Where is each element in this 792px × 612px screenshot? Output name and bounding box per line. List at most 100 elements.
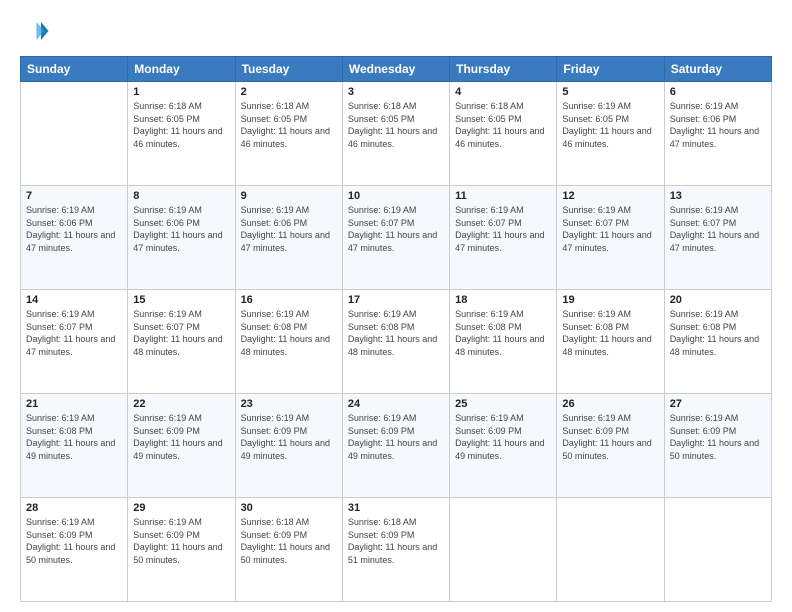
day-info: Sunrise: 6:18 AMSunset: 6:05 PMDaylight:… <box>133 100 229 150</box>
calendar-cell: 20Sunrise: 6:19 AMSunset: 6:08 PMDayligh… <box>664 290 771 394</box>
calendar-cell: 22Sunrise: 6:19 AMSunset: 6:09 PMDayligh… <box>128 394 235 498</box>
day-info: Sunrise: 6:19 AMSunset: 6:09 PMDaylight:… <box>133 412 229 462</box>
day-number: 29 <box>133 502 229 514</box>
calendar-cell: 11Sunrise: 6:19 AMSunset: 6:07 PMDayligh… <box>450 186 557 290</box>
calendar-cell: 21 Sunrise: 6:19 AMSunset: 6:08 PMDayligh… <box>21 394 128 498</box>
day-info: Sunrise: 6:19 AMSunset: 6:08 PMDaylight:… <box>26 412 122 462</box>
calendar-cell <box>664 498 771 602</box>
calendar-cell <box>450 498 557 602</box>
day-number: 19 <box>562 294 658 306</box>
day-number: 8 <box>133 190 229 202</box>
day-number: 18 <box>455 294 551 306</box>
day-info: Sunrise: 6:19 AMSunset: 6:06 PMDaylight:… <box>133 204 229 254</box>
calendar-cell: 8 Sunrise: 6:19 AMSunset: 6:06 PMDaylight… <box>128 186 235 290</box>
calendar-cell: 13 Sunrise: 6:19 AMSunset: 6:07 PMDayligh… <box>664 186 771 290</box>
calendar-cell: 4Sunrise: 6:18 AMSunset: 6:05 PMDaylight… <box>450 82 557 186</box>
day-info: Sunrise: 6:18 AMSunset: 6:09 PMDaylight:… <box>348 516 444 566</box>
day-number: 14 <box>26 294 122 306</box>
day-info: Sunrise: 6:18 AMSunset: 6:09 PMDaylight:… <box>241 516 337 566</box>
day-info: Sunrise: 6:18 AMSunset: 6:05 PMDaylight:… <box>455 100 551 150</box>
day-number: 24 <box>348 398 444 410</box>
week-row-3: 21 Sunrise: 6:19 AMSunset: 6:08 PMDayligh… <box>21 394 772 498</box>
calendar-cell <box>21 82 128 186</box>
calendar-cell: 6 Sunrise: 6:19 AMSunset: 6:06 PMDaylight… <box>664 82 771 186</box>
calendar-cell: 1 Sunrise: 6:18 AMSunset: 6:05 PMDaylight… <box>128 82 235 186</box>
day-number: 12 <box>562 190 658 202</box>
day-info: Sunrise: 6:19 AMSunset: 6:08 PMDaylight:… <box>241 308 337 358</box>
day-number: 17 <box>348 294 444 306</box>
week-row-2: 14 Sunrise: 6:19 AMSunset: 6:07 PMDayligh… <box>21 290 772 394</box>
day-number: 30 <box>241 502 337 514</box>
day-number: 6 <box>670 86 766 98</box>
day-info: Sunrise: 6:19 AMSunset: 6:09 PMDaylight:… <box>241 412 337 462</box>
calendar-cell: 31 Sunrise: 6:18 AMSunset: 6:09 PMDayligh… <box>342 498 449 602</box>
day-header-thursday: Thursday <box>450 57 557 82</box>
day-number: 20 <box>670 294 766 306</box>
calendar-cell: 9 Sunrise: 6:19 AMSunset: 6:06 PMDaylight… <box>235 186 342 290</box>
calendar-cell: 19 Sunrise: 6:19 AMSunset: 6:08 PMDayligh… <box>557 290 664 394</box>
day-info: Sunrise: 6:19 AMSunset: 6:09 PMDaylight:… <box>562 412 658 462</box>
day-header-wednesday: Wednesday <box>342 57 449 82</box>
calendar-cell: 15Sunrise: 6:19 AMSunset: 6:07 PMDayligh… <box>128 290 235 394</box>
calendar-cell: 25Sunrise: 6:19 AMSunset: 6:09 PMDayligh… <box>450 394 557 498</box>
day-info: Sunrise: 6:19 AMSunset: 6:07 PMDaylight:… <box>562 204 658 254</box>
day-number: 31 <box>348 502 444 514</box>
calendar-cell <box>557 498 664 602</box>
day-info: Sunrise: 6:19 AMSunset: 6:05 PMDaylight:… <box>562 100 658 150</box>
day-info: Sunrise: 6:19 AMSunset: 6:08 PMDaylight:… <box>562 308 658 358</box>
day-info: Sunrise: 6:19 AMSunset: 6:09 PMDaylight:… <box>348 412 444 462</box>
day-header-monday: Monday <box>128 57 235 82</box>
day-number: 10 <box>348 190 444 202</box>
calendar-cell: 7 Sunrise: 6:19 AMSunset: 6:06 PMDaylight… <box>21 186 128 290</box>
calendar-cell: 30 Sunrise: 6:18 AMSunset: 6:09 PMDayligh… <box>235 498 342 602</box>
calendar-cell: 23Sunrise: 6:19 AMSunset: 6:09 PMDayligh… <box>235 394 342 498</box>
day-number: 28 <box>26 502 122 514</box>
day-header-friday: Friday <box>557 57 664 82</box>
day-header-sunday: Sunday <box>21 57 128 82</box>
calendar-cell: 27Sunrise: 6:19 AMSunset: 6:09 PMDayligh… <box>664 394 771 498</box>
day-header-tuesday: Tuesday <box>235 57 342 82</box>
day-info: Sunrise: 6:19 AMSunset: 6:07 PMDaylight:… <box>133 308 229 358</box>
day-info: Sunrise: 6:19 AMSunset: 6:08 PMDaylight:… <box>348 308 444 358</box>
week-row-0: 1 Sunrise: 6:18 AMSunset: 6:05 PMDaylight… <box>21 82 772 186</box>
page: SundayMondayTuesdayWednesdayThursdayFrid… <box>0 0 792 612</box>
day-info: Sunrise: 6:18 AMSunset: 6:05 PMDaylight:… <box>241 100 337 150</box>
day-number: 5 <box>562 86 658 98</box>
calendar-cell: 10 Sunrise: 6:19 AMSunset: 6:07 PMDayligh… <box>342 186 449 290</box>
day-number: 16 <box>241 294 337 306</box>
calendar-cell: 18Sunrise: 6:19 AMSunset: 6:08 PMDayligh… <box>450 290 557 394</box>
logo-icon <box>20 16 50 46</box>
day-info: Sunrise: 6:19 AMSunset: 6:09 PMDaylight:… <box>26 516 122 566</box>
day-number: 9 <box>241 190 337 202</box>
day-number: 11 <box>455 190 551 202</box>
day-info: Sunrise: 6:19 AMSunset: 6:06 PMDaylight:… <box>241 204 337 254</box>
day-number: 21 <box>26 398 122 410</box>
day-info: Sunrise: 6:19 AMSunset: 6:07 PMDaylight:… <box>670 204 766 254</box>
calendar-cell: 29Sunrise: 6:19 AMSunset: 6:09 PMDayligh… <box>128 498 235 602</box>
week-row-4: 28 Sunrise: 6:19 AMSunset: 6:09 PMDayligh… <box>21 498 772 602</box>
day-info: Sunrise: 6:19 AMSunset: 6:09 PMDaylight:… <box>455 412 551 462</box>
week-row-1: 7 Sunrise: 6:19 AMSunset: 6:06 PMDaylight… <box>21 186 772 290</box>
day-info: Sunrise: 6:19 AMSunset: 6:06 PMDaylight:… <box>670 100 766 150</box>
calendar-cell: 5 Sunrise: 6:19 AMSunset: 6:05 PMDaylight… <box>557 82 664 186</box>
calendar-cell: 2Sunrise: 6:18 AMSunset: 6:05 PMDaylight… <box>235 82 342 186</box>
header <box>20 16 772 46</box>
calendar-cell: 24 Sunrise: 6:19 AMSunset: 6:09 PMDayligh… <box>342 394 449 498</box>
day-info: Sunrise: 6:19 AMSunset: 6:07 PMDaylight:… <box>26 308 122 358</box>
calendar-cell: 12 Sunrise: 6:19 AMSunset: 6:07 PMDayligh… <box>557 186 664 290</box>
calendar-table: SundayMondayTuesdayWednesdayThursdayFrid… <box>20 56 772 602</box>
day-info: Sunrise: 6:19 AMSunset: 6:07 PMDaylight:… <box>348 204 444 254</box>
day-number: 13 <box>670 190 766 202</box>
day-header-saturday: Saturday <box>664 57 771 82</box>
calendar-cell: 3Sunrise: 6:18 AMSunset: 6:05 PMDaylight… <box>342 82 449 186</box>
day-number: 7 <box>26 190 122 202</box>
calendar-header-row: SundayMondayTuesdayWednesdayThursdayFrid… <box>21 57 772 82</box>
logo <box>20 16 54 46</box>
day-info: Sunrise: 6:19 AMSunset: 6:09 PMDaylight:… <box>670 412 766 462</box>
day-number: 26 <box>562 398 658 410</box>
calendar-cell: 28 Sunrise: 6:19 AMSunset: 6:09 PMDayligh… <box>21 498 128 602</box>
calendar-cell: 16 Sunrise: 6:19 AMSunset: 6:08 PMDayligh… <box>235 290 342 394</box>
day-info: Sunrise: 6:19 AMSunset: 6:06 PMDaylight:… <box>26 204 122 254</box>
day-number: 3 <box>348 86 444 98</box>
day-number: 1 <box>133 86 229 98</box>
